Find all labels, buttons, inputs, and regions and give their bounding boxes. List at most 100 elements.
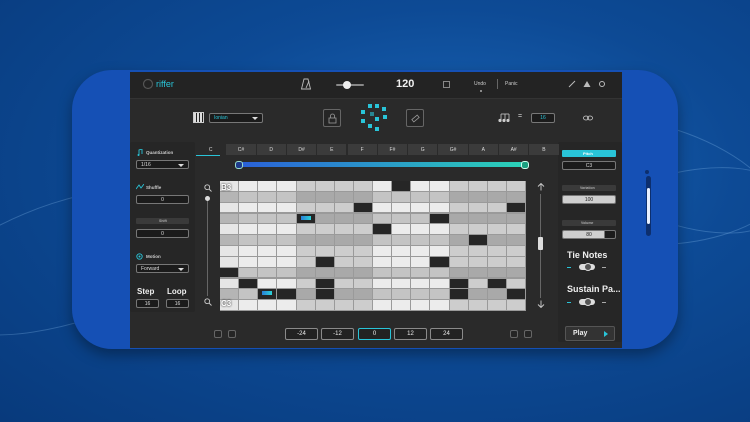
lock-button[interactable] bbox=[323, 109, 341, 127]
key-button-b[interactable]: B bbox=[529, 144, 559, 155]
grid-cell[interactable] bbox=[506, 191, 526, 203]
grid-cell[interactable] bbox=[296, 191, 316, 203]
zoom-slider-track[interactable] bbox=[207, 196, 208, 296]
tempo-value[interactable]: 120 bbox=[396, 78, 414, 90]
grid-cell[interactable] bbox=[449, 278, 469, 290]
zoom-slider-thumb[interactable] bbox=[205, 196, 210, 201]
grid-cell[interactable] bbox=[296, 235, 316, 246]
panic-button[interactable]: Panic bbox=[505, 81, 518, 87]
grid-cell[interactable] bbox=[430, 278, 450, 290]
grid-cell[interactable] bbox=[258, 267, 278, 279]
grid-cell[interactable] bbox=[315, 289, 335, 301]
key-button-a-sharp[interactable]: A# bbox=[499, 144, 529, 155]
grid-cell[interactable] bbox=[334, 224, 354, 236]
grid-cell[interactable] bbox=[296, 278, 316, 290]
grid-cell[interactable] bbox=[296, 202, 316, 214]
loop-field[interactable]: 16 bbox=[166, 299, 189, 308]
grid-cell[interactable] bbox=[373, 300, 393, 311]
grid-cell[interactable] bbox=[258, 256, 278, 268]
pitch-field[interactable]: C3 bbox=[562, 161, 616, 170]
grid-cell[interactable] bbox=[430, 246, 450, 257]
dice-randomize-icon[interactable] bbox=[358, 103, 390, 133]
grid-cell[interactable] bbox=[296, 289, 316, 301]
grid-cell[interactable] bbox=[468, 300, 488, 311]
grid-cell[interactable] bbox=[277, 267, 297, 279]
grid-cell[interactable] bbox=[411, 256, 431, 268]
grid-cell[interactable] bbox=[277, 278, 297, 290]
sustain-toggle-knob[interactable] bbox=[584, 298, 592, 306]
grid-cell[interactable] bbox=[220, 213, 240, 225]
grid-cell[interactable] bbox=[487, 246, 507, 257]
grid-cell[interactable] bbox=[487, 191, 507, 203]
grid-cell[interactable] bbox=[411, 202, 431, 214]
grid-cell[interactable] bbox=[315, 191, 335, 203]
transpose-button[interactable]: 0 bbox=[358, 328, 391, 340]
grid-cell[interactable] bbox=[296, 181, 316, 192]
grid-cell[interactable] bbox=[315, 256, 335, 268]
play-button[interactable]: Play bbox=[565, 326, 615, 341]
grid-cell[interactable] bbox=[449, 246, 469, 257]
grid-cell[interactable] bbox=[392, 224, 412, 236]
grid-cell[interactable] bbox=[373, 278, 393, 290]
grid-cell[interactable] bbox=[296, 213, 316, 225]
step-field[interactable]: 16 bbox=[136, 299, 159, 308]
grid-cell[interactable] bbox=[315, 267, 335, 279]
grid-cell[interactable] bbox=[430, 213, 450, 225]
grid-cell[interactable] bbox=[506, 202, 526, 214]
grid-cell[interactable] bbox=[296, 246, 316, 257]
grid-cell[interactable] bbox=[430, 202, 450, 214]
grid-cell[interactable] bbox=[449, 202, 469, 214]
grid-cell[interactable] bbox=[430, 224, 450, 236]
warning-icon[interactable] bbox=[583, 80, 591, 88]
grid-cell[interactable] bbox=[315, 246, 335, 257]
transpose-button[interactable]: 12 bbox=[394, 328, 427, 340]
grid-cell[interactable] bbox=[430, 289, 450, 301]
key-button-f[interactable]: F bbox=[347, 144, 377, 155]
grid-cell[interactable] bbox=[220, 235, 240, 246]
grid-cell[interactable] bbox=[277, 181, 297, 192]
grid-cell[interactable] bbox=[277, 213, 297, 225]
grid-cell[interactable] bbox=[277, 246, 297, 257]
grid-cell[interactable] bbox=[487, 256, 507, 268]
grid-cell[interactable] bbox=[277, 235, 297, 246]
grid-cell[interactable] bbox=[277, 289, 297, 301]
grid-cell[interactable] bbox=[392, 246, 412, 257]
grid-cell[interactable] bbox=[334, 191, 354, 203]
grid-cell[interactable] bbox=[430, 256, 450, 268]
grid-cell[interactable] bbox=[239, 202, 259, 214]
grid-cell[interactable] bbox=[258, 235, 278, 246]
grid-cell[interactable] bbox=[411, 235, 431, 246]
grid-cell[interactable] bbox=[353, 213, 373, 225]
grid-cell[interactable] bbox=[449, 267, 469, 279]
grid-cell[interactable] bbox=[258, 191, 278, 203]
grid-cell[interactable] bbox=[258, 289, 278, 301]
grid-cell[interactable] bbox=[315, 181, 335, 192]
key-button-g-sharp[interactable]: G# bbox=[438, 144, 468, 155]
grid-cell[interactable] bbox=[334, 181, 354, 192]
grid-cell[interactable] bbox=[239, 224, 259, 236]
grid-cell[interactable] bbox=[506, 224, 526, 236]
grid-cell[interactable] bbox=[373, 246, 393, 257]
grid-cell[interactable] bbox=[220, 224, 240, 236]
pitch-scrollbar-thumb[interactable] bbox=[538, 237, 543, 250]
grid-cell[interactable] bbox=[353, 256, 373, 268]
key-button-d[interactable]: D bbox=[256, 144, 286, 155]
grid-cell[interactable] bbox=[411, 191, 431, 203]
grid-cell[interactable] bbox=[373, 202, 393, 214]
shuffle-field[interactable]: 0 bbox=[136, 195, 189, 204]
grid-cell[interactable] bbox=[449, 289, 469, 301]
tie-notes-toggle-knob[interactable] bbox=[584, 263, 592, 271]
grid-cell[interactable] bbox=[392, 289, 412, 301]
grid-cell[interactable] bbox=[373, 235, 393, 246]
grid-cell[interactable] bbox=[334, 300, 354, 311]
grid-cell[interactable] bbox=[315, 300, 335, 311]
grid-cell[interactable] bbox=[296, 224, 316, 236]
grid-cell[interactable] bbox=[506, 289, 526, 301]
grid-cell[interactable] bbox=[258, 278, 278, 290]
grid-cell[interactable] bbox=[258, 246, 278, 257]
grid-cell[interactable] bbox=[430, 181, 450, 192]
grid-cell[interactable] bbox=[334, 278, 354, 290]
grid-cell[interactable] bbox=[315, 278, 335, 290]
grid-cell[interactable] bbox=[315, 202, 335, 214]
shift-right-small-button[interactable] bbox=[524, 330, 532, 338]
